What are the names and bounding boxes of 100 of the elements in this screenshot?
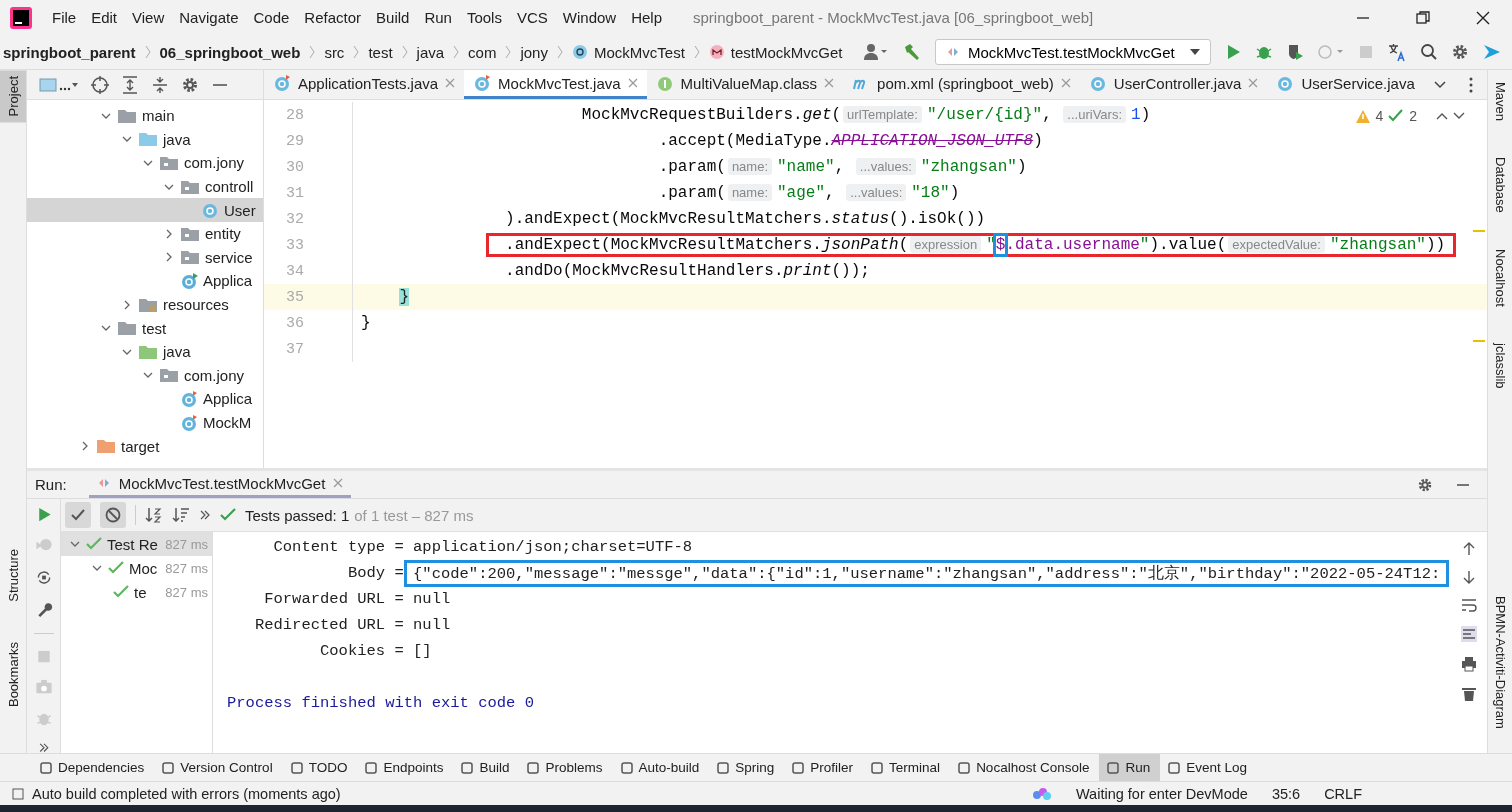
more-icon[interactable] — [199, 509, 211, 521]
nocalhost-icon[interactable] — [1031, 786, 1052, 801]
tree-row[interactable]: entity — [27, 221, 263, 246]
chevron-down-icon[interactable] — [1433, 79, 1447, 90]
tree-row[interactable]: main — [27, 104, 263, 128]
menu-item[interactable]: Window — [556, 9, 626, 26]
tree-row[interactable]: resources — [27, 292, 263, 317]
search-icon[interactable] — [1420, 43, 1438, 61]
tree-row[interactable]: User — [27, 198, 263, 222]
menu-item[interactable]: File — [46, 9, 86, 26]
soft-wrap-icon[interactable] — [1461, 598, 1477, 612]
more-icon[interactable] — [37, 741, 50, 753]
coverage-icon[interactable] — [1286, 43, 1304, 61]
breadcrumb[interactable]: springboot_parent — [3, 43, 136, 61]
breadcrumb[interactable]: jony — [520, 43, 548, 61]
breadcrumb[interactable]: src — [324, 43, 345, 61]
tool-window-tab[interactable]: Nocalhost — [1492, 242, 1508, 313]
restore-icon[interactable] — [1416, 10, 1430, 25]
menu-item[interactable]: Help — [625, 9, 672, 26]
tree-row[interactable]: com.jony — [27, 151, 263, 175]
settings-icon[interactable] — [1417, 476, 1433, 493]
sort-alpha-icon[interactable] — [145, 506, 163, 524]
tool-window-tab[interactable]: jclasslib — [1492, 336, 1508, 394]
tool-window-tab[interactable]: Database — [1492, 151, 1508, 219]
chevron-up-icon[interactable] — [1436, 111, 1448, 121]
tool-window-button[interactable]: Terminal — [863, 754, 951, 781]
menu-item[interactable]: Build — [370, 9, 419, 26]
tool-window-tab[interactable]: Bookmarks — [5, 635, 21, 713]
scroll-up-icon[interactable] — [1462, 542, 1476, 556]
menu-item[interactable]: Refactor — [298, 9, 371, 26]
tool-window-tab[interactable]: BPMN-Activiti-Diagram — [1492, 590, 1508, 735]
breadcrumb[interactable]: test — [368, 43, 393, 61]
panel-toggle-icon[interactable] — [12, 787, 24, 800]
tool-window-button[interactable]: Dependencies — [32, 754, 155, 781]
breadcrumb[interactable]: java — [416, 43, 445, 61]
tree-row[interactable]: com.jony — [27, 363, 263, 388]
tree-row[interactable]: test — [27, 316, 263, 340]
tool-window-button[interactable]: Run — [1099, 754, 1161, 781]
menu-item[interactable]: Run — [418, 9, 461, 26]
tree-row[interactable]: java — [27, 339, 263, 364]
tool-window-button[interactable]: TODO — [282, 754, 358, 781]
editor-tab[interactable]: MultiValueMap.class — [646, 70, 844, 99]
tool-window-button[interactable]: Nocalhost Console — [950, 754, 1100, 781]
settings-icon[interactable] — [1451, 43, 1469, 61]
scroll-down-icon[interactable] — [1462, 570, 1476, 584]
tree-row[interactable]: service — [27, 245, 263, 270]
sort-duration-icon[interactable] — [172, 506, 190, 524]
tree-row[interactable]: Applica — [27, 387, 263, 411]
close-icon[interactable] — [1476, 10, 1490, 25]
menu-item[interactable]: VCS — [510, 9, 557, 26]
test-tree-row[interactable]: Moc 827 ms — [61, 556, 212, 580]
collapse-all-icon[interactable] — [151, 75, 169, 94]
tool-window-tab[interactable]: Maven — [1492, 76, 1508, 128]
menu-item[interactable]: View — [126, 9, 174, 26]
tool-window-button[interactable]: Build — [453, 754, 520, 781]
tree-row[interactable]: Applica — [27, 269, 263, 293]
translate-icon[interactable] — [1387, 42, 1407, 62]
expand-all-icon[interactable] — [121, 75, 139, 94]
tool-window-tab[interactable]: Project — [0, 70, 26, 123]
menu-item[interactable]: Tools — [460, 9, 511, 26]
breadcrumb[interactable]: MockMvcTest — [593, 43, 685, 61]
user-icon[interactable] — [863, 43, 889, 61]
view-icon[interactable] — [39, 75, 79, 94]
breadcrumb[interactable]: testMockMvcGet — [730, 43, 843, 61]
editor-tab[interactable]: MockMvcTest.java — [464, 70, 647, 99]
chevron-down-icon[interactable] — [1453, 111, 1465, 121]
menu-item[interactable]: Code — [247, 9, 299, 26]
show-ignored-toggle[interactable] — [100, 502, 126, 528]
plugin-logo-icon[interactable] — [1482, 42, 1502, 62]
test-tree-row[interactable]: Test Re 827 ms — [61, 532, 212, 556]
tool-window-button[interactable]: Event Log — [1160, 754, 1257, 781]
menu-item[interactable]: Navigate — [173, 9, 248, 26]
test-tree-row[interactable]: te 827 ms — [61, 580, 212, 604]
editor-tab[interactable]: UserService.java — [1267, 70, 1424, 99]
settings-icon[interactable] — [181, 75, 199, 94]
run-configuration-dropdown[interactable]: MockMvcTest.testMockMvcGet — [935, 39, 1211, 65]
tree-row[interactable]: target — [27, 434, 263, 458]
line-separator[interactable]: CRLF — [1324, 785, 1362, 802]
tool-window-button[interactable]: Profiler — [784, 754, 864, 781]
show-passed-toggle[interactable] — [65, 502, 91, 528]
cursor-position[interactable]: 35:6 — [1271, 785, 1301, 802]
tool-window-button[interactable]: Problems — [519, 754, 613, 781]
menu-item[interactable]: Edit — [85, 9, 127, 26]
tool-window-button[interactable]: Version Control — [154, 754, 283, 781]
check-icon[interactable] — [1388, 109, 1405, 123]
editor-tab[interactable]: pom.xml (springboot_web) — [843, 70, 1080, 99]
breadcrumb[interactable]: com — [468, 43, 497, 61]
tree-row[interactable]: MockM — [27, 410, 263, 435]
trash-icon[interactable] — [1462, 686, 1476, 702]
scroll-to-end-icon[interactable] — [1461, 626, 1477, 642]
tree-row[interactable]: controll — [27, 174, 263, 199]
editor-tab[interactable]: UserController.java — [1079, 70, 1268, 99]
more-icon[interactable] — [1469, 76, 1473, 93]
hammer-icon[interactable] — [902, 42, 922, 62]
tree-row[interactable]: java — [27, 127, 263, 152]
print-icon[interactable] — [1461, 656, 1477, 672]
editor-tab[interactable]: ApplicationTests.java — [264, 70, 465, 99]
tool-window-button[interactable]: Auto-build — [612, 754, 710, 781]
tool-window-tab[interactable]: Structure — [5, 543, 21, 608]
tool-window-button[interactable]: Spring — [709, 754, 785, 781]
